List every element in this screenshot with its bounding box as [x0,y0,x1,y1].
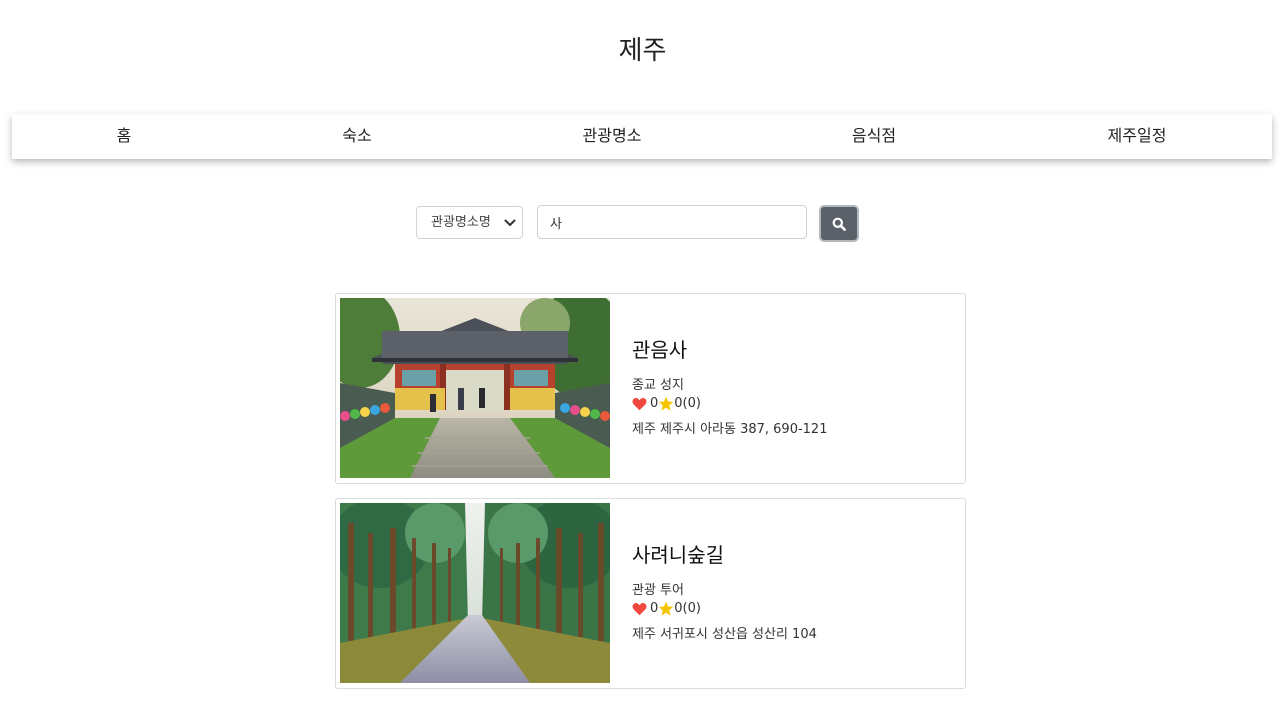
result-address: 제주 서귀포시 성산읍 성산리 104 [632,627,817,642]
rating-value: 0(0) [674,601,701,616]
result-title[interactable]: 사려니숲길 [632,539,724,568]
result-rating-row: 0 0(0) [632,396,701,411]
page-title: 제주 [618,36,667,66]
search-button[interactable] [819,205,859,242]
rating-value: 0(0) [674,396,701,411]
star-icon [659,601,674,616]
result-title[interactable]: 관음사 [632,334,687,363]
heart-icon[interactable] [632,602,647,616]
forest-path-photo[interactable] [340,503,610,683]
nav-item-attractions[interactable]: 관광명소 [583,114,642,159]
result-card[interactable]: 사려니숲길 관광 투어 0 0(0) 제주 서귀포시 성산읍 성산리 104 [335,498,966,689]
nav-item-accommodation[interactable]: 숙소 [342,114,371,159]
heart-icon[interactable] [632,397,647,411]
nav-item-jeju-schedule[interactable]: 제주일정 [1108,114,1167,159]
result-category: 관광 투어 [632,583,684,598]
result-rating-row: 0 0(0) [632,601,701,616]
chevron-down-icon [504,219,516,226]
search-icon [832,217,846,231]
star-icon [659,396,674,411]
likes-count: 0 [650,601,659,616]
likes-count: 0 [650,396,659,411]
search-input[interactable] [537,205,807,239]
nav-item-home[interactable]: 홈 [117,114,132,159]
result-card[interactable]: 관음사 종교 성지 0 0(0) 제주 제주시 아라동 387, 690-121 [335,293,966,484]
temple-gate-photo[interactable] [340,298,610,478]
result-category: 종교 성지 [632,378,684,393]
nav-item-restaurants[interactable]: 음식점 [852,114,896,159]
search-type-select[interactable]: 관광명소명 [416,206,523,239]
result-address: 제주 제주시 아라동 387, 690-121 [632,422,828,437]
search-type-value: 관광명소명 [431,215,491,230]
main-navbar: 홈 숙소 관광명소 음식점 제주일정 [12,114,1272,159]
